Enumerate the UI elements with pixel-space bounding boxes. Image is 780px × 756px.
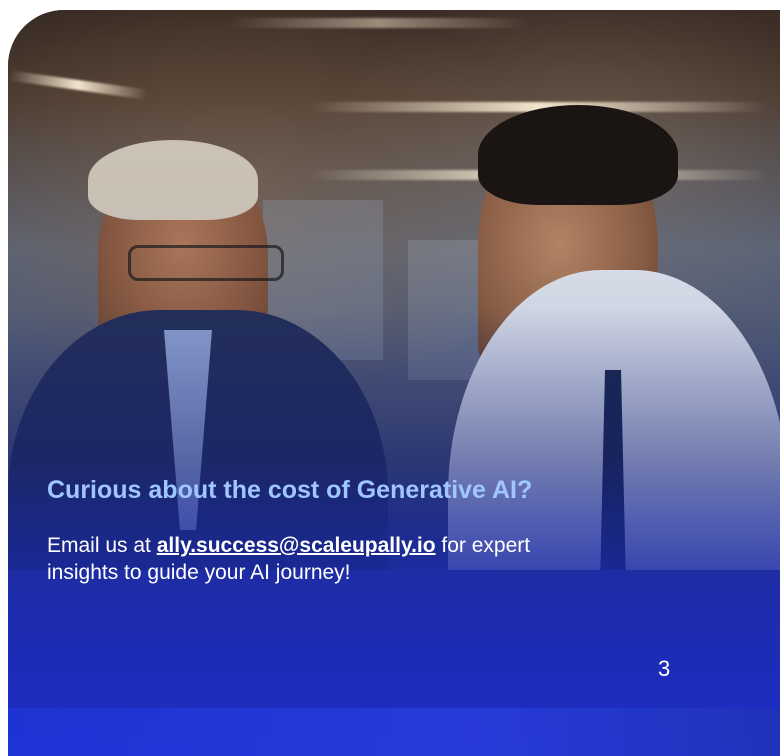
email-link[interactable]: ally.success@scaleupally.io <box>157 534 436 557</box>
body-text: Email us at ally.success@scaleupally.io … <box>47 532 567 586</box>
cta-text-block: Curious about the cost of Generative AI?… <box>47 474 707 586</box>
body-prefix: Email us at <box>47 534 157 557</box>
bottom-band <box>8 708 780 756</box>
slide-card: Curious about the cost of Generative AI?… <box>8 10 780 756</box>
gradient-overlay <box>8 10 780 756</box>
page-number: 3 <box>658 656 671 681</box>
headline: Curious about the cost of Generative AI? <box>47 476 533 504</box>
